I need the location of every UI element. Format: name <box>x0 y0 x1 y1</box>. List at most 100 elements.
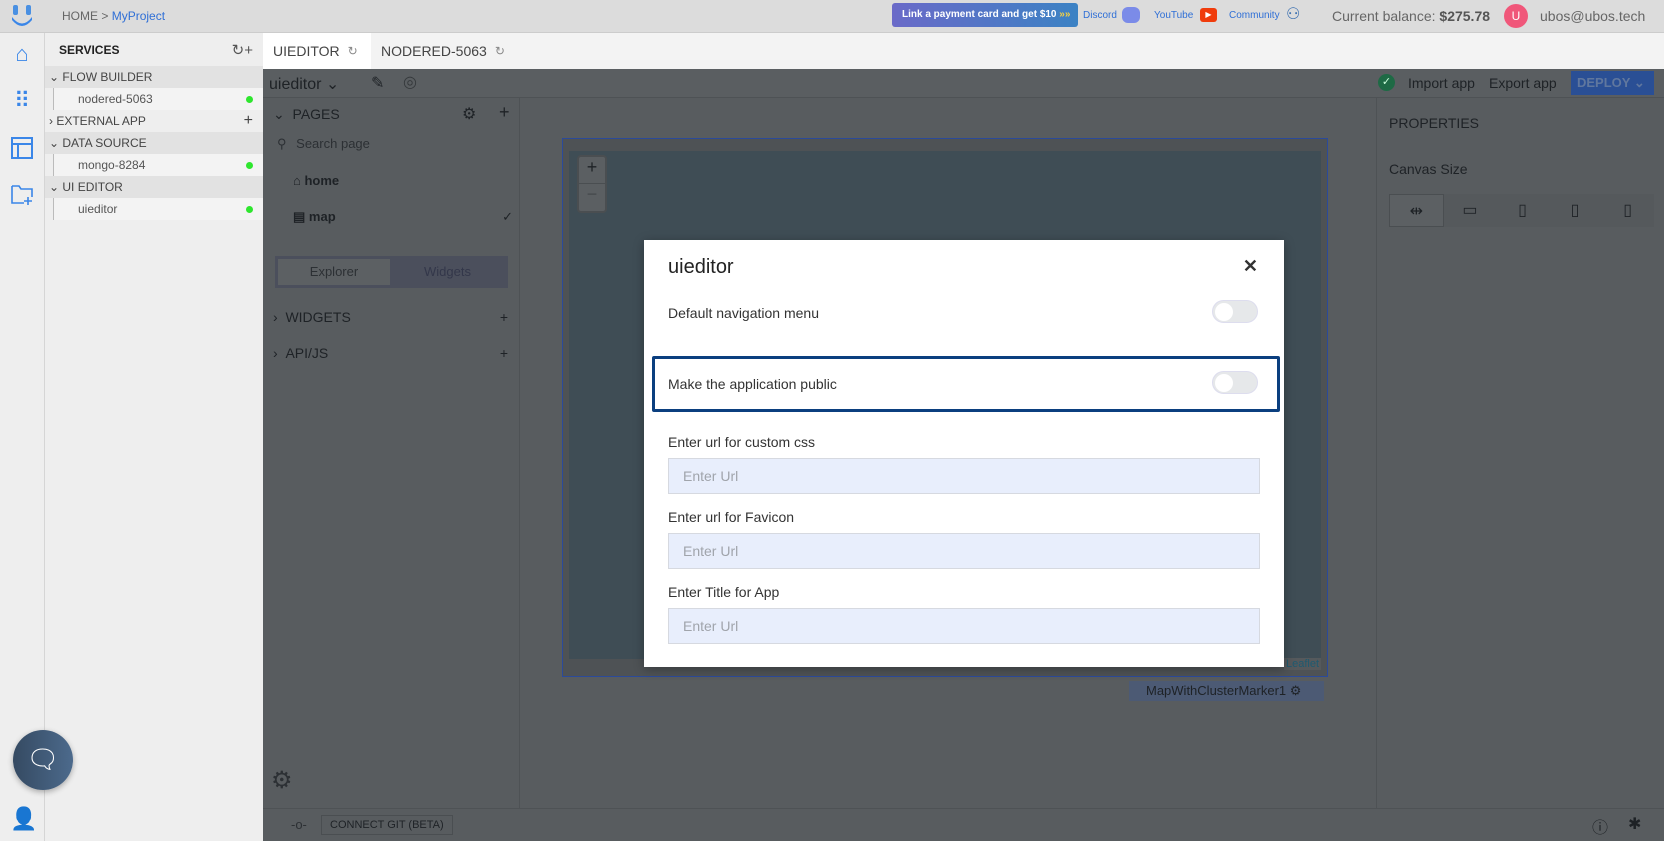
group-ui-editor[interactable]: ⌄ UI EDITOR <box>45 176 263 198</box>
chevron-down-icon: ⌄ <box>49 136 63 150</box>
service-nodered[interactable]: nodered-5063 <box>53 88 263 110</box>
breadcrumb: HOME > MyProject <box>62 9 165 23</box>
app-name: uieditor <box>269 76 322 93</box>
favicon-input[interactable] <box>668 533 1260 569</box>
group-external-app[interactable]: › EXTERNAL APP + <box>45 110 263 132</box>
services-panel: SERVICES ↻+ ⌄ FLOW BUILDER nodered-5063 ›… <box>45 33 263 841</box>
service-name: uieditor <box>78 202 118 216</box>
widgets-section[interactable]: › WIDGETS + <box>273 309 508 325</box>
desktop-icon[interactable]: ▭ <box>1444 194 1497 227</box>
balance-label: Current balance: <box>1332 8 1436 24</box>
group-flow-builder[interactable]: ⌄ FLOW BUILDER <box>45 66 263 88</box>
breadcrumb-project[interactable]: MyProject <box>112 9 165 23</box>
page-settings-icon[interactable]: ⚙ <box>462 104 476 124</box>
fluid-width-icon[interactable]: ⇹ <box>1389 194 1444 227</box>
make-public-label: Make the application public <box>668 376 837 392</box>
status-dot <box>246 161 253 169</box>
add-service-icon[interactable]: + <box>244 42 253 59</box>
apps-grid-icon[interactable]: ⠿ <box>10 89 34 113</box>
layout-icon[interactable] <box>10 137 34 161</box>
search-page-input[interactable] <box>296 136 497 151</box>
top-bar: HOME > MyProject Link a payment card and… <box>0 0 1664 33</box>
tab-nodered[interactable]: NODERED-5063 ↻ <box>371 33 517 69</box>
youtube-link[interactable]: YouTube <box>1154 10 1193 21</box>
custom-css-input[interactable] <box>668 458 1260 494</box>
leaflet-attribution[interactable]: Leaflet <box>1283 658 1321 670</box>
tab-label: NODERED-5063 <box>381 43 487 59</box>
import-app-button[interactable]: Import app <box>1408 75 1475 91</box>
app-selector[interactable]: uieditor ⌄ <box>269 74 339 94</box>
saved-check-icon: ✓ <box>1378 74 1395 91</box>
refresh-icon[interactable]: ↻ <box>232 42 245 59</box>
zoom-in-button[interactable]: + <box>579 157 605 184</box>
refresh-icon[interactable]: ↻ <box>495 44 505 58</box>
page-item-home[interactable]: ⌂ home <box>293 173 339 188</box>
avatar[interactable]: U <box>1504 4 1528 28</box>
search-page: ⚲ <box>277 136 497 152</box>
tablet-small-icon[interactable]: ▯ <box>1549 194 1602 227</box>
mobile-icon[interactable]: ▯ <box>1601 194 1654 227</box>
services-actions: ↻+ <box>232 41 253 59</box>
canvas-size-label: Canvas Size <box>1389 161 1468 177</box>
edit-icon[interactable]: ✎ <box>371 73 384 93</box>
explorer-tab[interactable]: Explorer <box>278 259 390 285</box>
icon-rail: ⌂ ⠿ 🗨 👤 <box>0 33 73 841</box>
user-email[interactable]: ubos@ubos.tech <box>1540 8 1645 24</box>
connect-git-button[interactable]: CONNECT GIT (BETA) <box>321 815 453 835</box>
group-label: EXTERNAL APP <box>56 114 146 128</box>
preview-icon[interactable]: ◎ <box>403 72 417 92</box>
default-nav-label: Default navigation menu <box>668 305 819 321</box>
lightning-icon[interactable]: ⓘ <box>1592 814 1608 838</box>
chevron-down-icon[interactable]: ⌄ <box>1634 75 1645 90</box>
pages-title: PAGES <box>292 106 340 122</box>
discord-icon[interactable] <box>1122 7 1140 23</box>
zoom-out-button[interactable]: − <box>579 184 605 205</box>
promo-text: Link a payment card and get $10 <box>902 9 1057 20</box>
deploy-label: DEPLOY <box>1577 75 1631 90</box>
export-app-button[interactable]: Export app <box>1489 75 1557 91</box>
promo-button[interactable]: Link a payment card and get $10 »» <box>892 3 1078 27</box>
community-icon[interactable]: ⚇ <box>1286 4 1300 24</box>
home-icon[interactable]: ⌂ <box>10 42 34 66</box>
tab-uieditor[interactable]: UIEDITOR ↻ <box>263 33 371 69</box>
refresh-icon[interactable]: ↻ <box>348 44 358 58</box>
add-icon[interactable]: + <box>244 112 253 130</box>
deploy-button[interactable]: DEPLOY ⌄ <box>1571 71 1654 95</box>
bug-icon[interactable]: ✱ <box>1628 814 1641 834</box>
gear-icon[interactable]: ⚙ <box>1290 683 1302 698</box>
status-dot <box>246 205 253 213</box>
widget-label[interactable]: MapWithClusterMarker1 ⚙ <box>1129 681 1324 701</box>
user-icon[interactable]: 👤 <box>10 807 37 831</box>
folder-add-icon[interactable] <box>10 183 34 207</box>
add-api-icon[interactable]: + <box>500 345 508 361</box>
default-nav-toggle[interactable] <box>1212 300 1258 323</box>
modal-title: uieditor <box>668 256 734 278</box>
service-uieditor[interactable]: uieditor <box>53 198 263 220</box>
apijs-section[interactable]: › API/JS + <box>273 345 508 361</box>
tab-bar: UIEDITOR ↻ NODERED-5063 ↻ <box>263 33 1664 69</box>
community-link[interactable]: Community <box>1229 10 1280 21</box>
pages-header[interactable]: ⌄ PAGES <box>273 106 340 123</box>
balance: Current balance: $275.78 <box>1332 8 1490 24</box>
widgets-label: WIDGETS <box>285 309 351 325</box>
check-icon: ✓ <box>502 209 513 224</box>
add-widget-icon[interactable]: + <box>500 309 508 325</box>
ubos-logo[interactable] <box>10 4 34 28</box>
app-title-input[interactable] <box>668 608 1260 644</box>
group-label: UI EDITOR <box>62 180 123 194</box>
tablet-icon[interactable]: ▯ <box>1496 194 1549 227</box>
page-item-map[interactable]: ▤ map ✓ <box>293 209 513 225</box>
app-title-label: Enter Title for App <box>668 584 780 600</box>
discord-link[interactable]: Discord <box>1083 10 1117 21</box>
group-data-source[interactable]: ⌄ DATA SOURCE <box>45 132 263 154</box>
close-icon[interactable]: ✕ <box>1243 256 1258 277</box>
service-mongo[interactable]: mongo-8284 <box>53 154 263 176</box>
breadcrumb-home[interactable]: HOME <box>62 9 98 23</box>
youtube-icon[interactable]: ▶ <box>1200 8 1217 22</box>
make-public-toggle[interactable] <box>1212 371 1258 394</box>
chat-button[interactable]: 🗨 <box>13 730 73 790</box>
add-page-icon[interactable]: + <box>499 102 510 123</box>
service-name: nodered-5063 <box>78 92 153 106</box>
widgets-tab[interactable]: Widgets <box>390 259 505 285</box>
settings-icon[interactable]: ⚙ <box>271 766 293 795</box>
